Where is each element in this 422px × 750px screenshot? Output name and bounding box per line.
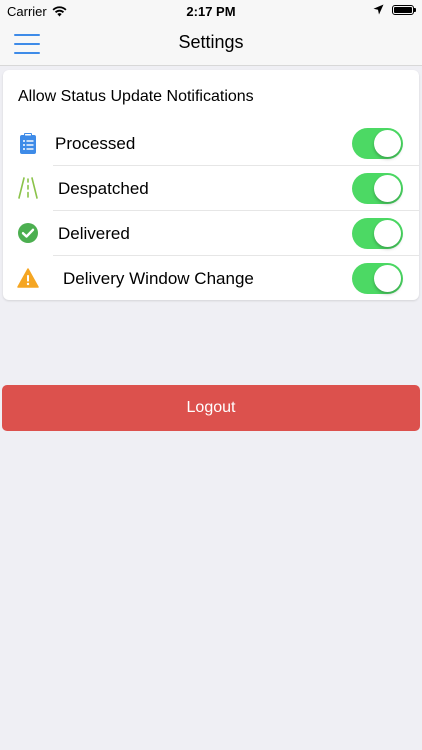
setting-label-delivery-window-change: Delivery Window Change <box>63 269 254 288</box>
toggle-knob <box>374 265 401 292</box>
setting-label-delivered: Delivered <box>58 224 130 243</box>
despatched-toggle[interactable] <box>352 173 403 204</box>
toggle-knob <box>374 220 401 247</box>
toggle-knob <box>374 175 401 202</box>
battery-fill <box>394 6 412 13</box>
delivered-toggle[interactable] <box>352 218 403 249</box>
clock: 2:17 PM <box>186 4 236 19</box>
setting-row-delivered: Delivered <box>3 211 419 256</box>
logout-button[interactable]: Logout <box>2 385 420 431</box>
location-arrow-icon <box>373 4 384 15</box>
processed-toggle[interactable] <box>352 128 403 159</box>
navigation-bar: Settings <box>0 22 422 66</box>
notification-settings-card: Allow Status Update Notifications Proces… <box>3 70 419 300</box>
check-circle-icon <box>18 223 38 243</box>
warning-triangle-icon <box>17 268 39 288</box>
setting-row-delivery-window-change: Delivery Window Change <box>3 256 419 301</box>
status-right <box>373 4 416 15</box>
delivery-window-change-toggle[interactable] <box>352 263 403 294</box>
setting-row-despatched: Despatched <box>3 166 419 211</box>
page-title: Settings <box>178 32 244 52</box>
setting-row-processed: Processed <box>3 121 419 166</box>
battery-icon <box>392 4 416 15</box>
clipboard-list-icon <box>20 133 36 154</box>
road-icon <box>18 177 38 199</box>
section-title: Allow Status Update Notifications <box>18 88 254 105</box>
setting-label-processed: Processed <box>55 134 136 153</box>
toggle-knob <box>374 130 401 157</box>
status-bar: Carrier 2:17 PM <box>0 0 422 22</box>
setting-label-despatched: Despatched <box>58 179 149 198</box>
